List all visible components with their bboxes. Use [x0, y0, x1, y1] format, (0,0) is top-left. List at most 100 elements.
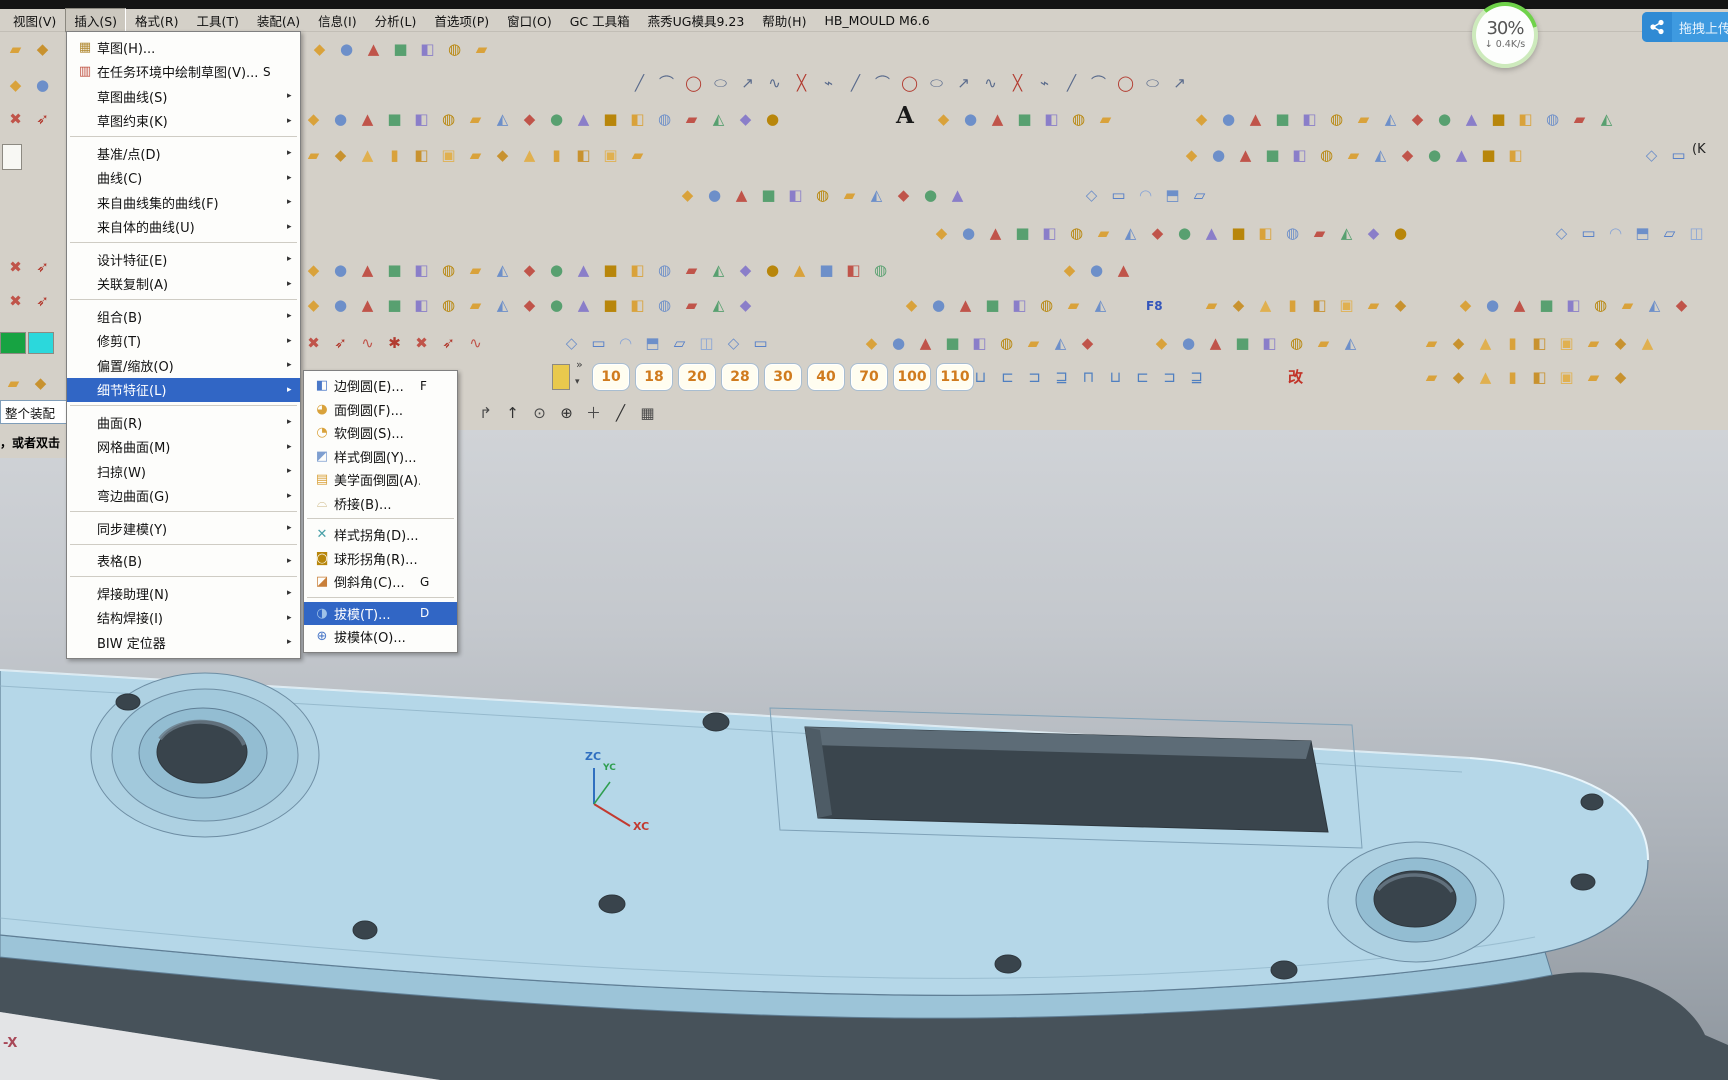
toolbar-icon[interactable]: ◆ [930, 104, 957, 134]
menu-item[interactable]: ◑拔模(T)...D [304, 602, 457, 626]
toolbar-icon[interactable]: ↑ [499, 398, 526, 428]
toolbar-icon[interactable]: ▰ [678, 104, 705, 134]
toolbar-icon[interactable]: ▲ [728, 180, 755, 210]
menu-item[interactable]: 偏置/缩放(O)▸ [67, 353, 300, 378]
toolbar-icon[interactable]: ◍ [867, 255, 894, 285]
menu-item[interactable]: 关联复制(A)▸ [67, 272, 300, 297]
toolbar-icon[interactable]: ↗ [950, 68, 977, 98]
toolbar-icon[interactable]: ▭ [747, 328, 774, 358]
toolbar-icon[interactable]: ■ [597, 255, 624, 285]
toolbar-icon[interactable]: ◧ [1252, 218, 1279, 248]
menu-item[interactable]: 结构焊接(I)▸ [67, 606, 300, 631]
menubar-item[interactable]: 插入(S) [65, 8, 126, 33]
toolbar-icon[interactable]: ◯ [896, 68, 923, 98]
toolbar-icon[interactable]: ▮ [1499, 362, 1526, 392]
toolbar-icon[interactable]: ◧ [414, 34, 441, 64]
toolbar-icon[interactable]: ■ [597, 290, 624, 320]
toolbar-icon[interactable]: ▰ [1090, 218, 1117, 248]
toolbar-icon[interactable]: ● [543, 255, 570, 285]
toolbar-icon[interactable]: ■ [1485, 104, 1512, 134]
toolbar-icon[interactable]: ▰ [462, 140, 489, 170]
toolbar-icon[interactable]: ◆ [1188, 104, 1215, 134]
toolbar-icon[interactable]: ◭ [1087, 290, 1114, 320]
toolbar-icon[interactable]: ◆ [1178, 140, 1205, 170]
toolbar-icon[interactable]: ◠ [1132, 180, 1159, 210]
toolbar-icon[interactable]: ● [327, 104, 354, 134]
toolbar-icon[interactable]: ◭ [489, 255, 516, 285]
toolbar-icon[interactable]: ◧ [408, 140, 435, 170]
toolbar-icon[interactable]: ▲ [1232, 140, 1259, 170]
toolbar-icon[interactable]: ▰ [1020, 328, 1047, 358]
menubar-item[interactable]: 燕秀UG模具9.23 [639, 8, 754, 33]
text-tool-icon[interactable]: A [896, 102, 914, 129]
toolbar-icon[interactable]: ● [701, 180, 728, 210]
toolbar-icon[interactable]: ◭ [489, 290, 516, 320]
menu-item[interactable]: 同步建模(Y)▸ [67, 516, 300, 541]
toolbar-icon[interactable]: ▲ [1242, 104, 1269, 134]
toolbar-icon[interactable]: ⬭ [707, 68, 734, 98]
menubar-item[interactable]: GC 工具箱 [561, 8, 639, 33]
toolbar-icon[interactable]: ✖ [2, 286, 29, 316]
toolbar-icon[interactable]: ◧ [1256, 328, 1283, 358]
menu-item[interactable]: 焊接助理(N)▸ [67, 581, 300, 606]
toolbar-icon[interactable]: ◆ [1394, 140, 1421, 170]
toolbar-icon[interactable]: ■ [381, 255, 408, 285]
preset-value-button[interactable]: 110 [936, 363, 974, 391]
toolbar-icon[interactable]: ▲ [786, 255, 813, 285]
menubar-item[interactable]: 装配(A) [248, 8, 309, 33]
toolbar-icon[interactable]: ▲ [360, 34, 387, 64]
toolbar-icon[interactable]: ▲ [944, 180, 971, 210]
toolbar-icon[interactable]: ◍ [993, 328, 1020, 358]
toolbar-icon[interactable]: ■ [1229, 328, 1256, 358]
toolbar-icon[interactable]: ▰ [1614, 290, 1641, 320]
toolbar-icon[interactable]: ● [543, 290, 570, 320]
menu-item[interactable]: 草图曲线(S)▸ [67, 84, 300, 109]
toolbar-icon[interactable]: ● [1215, 104, 1242, 134]
toolbar-icon[interactable]: ◆ [489, 140, 516, 170]
menu-item[interactable]: 设计特征(E)▸ [67, 247, 300, 272]
menubar-item[interactable]: HB_MOULD M6.6 [815, 10, 938, 31]
toolbar-icon[interactable]: ▰ [1350, 104, 1377, 134]
toolbar-icon[interactable]: ▰ [1092, 104, 1119, 134]
toolbar-icon[interactable]: ✖ [2, 104, 29, 134]
toolbar-icon[interactable]: ⬭ [1139, 68, 1166, 98]
toolbar-icon[interactable]: ● [759, 255, 786, 285]
toolbar-icon[interactable]: ◆ [306, 34, 333, 64]
preset-value-button[interactable]: 20 [678, 363, 716, 391]
toolbar-icon[interactable]: ◭ [489, 104, 516, 134]
toolbar-icon[interactable]: ▣ [1333, 290, 1360, 320]
toolbar-icon[interactable]: ◇ [1548, 218, 1575, 248]
menubar-item[interactable]: 视图(V) [4, 8, 65, 33]
toolbar-icon[interactable]: ◆ [327, 140, 354, 170]
toolbar-icon[interactable]: ↱ [472, 398, 499, 428]
toolbar-icon[interactable]: ◆ [1445, 362, 1472, 392]
toolbar-icon[interactable]: ■ [1011, 104, 1038, 134]
toolbar-icon[interactable]: ▱ [666, 328, 693, 358]
menu-item[interactable]: 扫掠(W)▸ [67, 459, 300, 484]
toolbar-icon[interactable]: ▲ [1506, 290, 1533, 320]
toolbar-icon[interactable]: ⌁ [1031, 68, 1058, 98]
toolbar-icon[interactable]: ◆ [732, 104, 759, 134]
toolbar-icon[interactable]: ▲ [952, 290, 979, 320]
toolbar-icon[interactable]: ◍ [1539, 104, 1566, 134]
toolbar-icon[interactable]: ▰ [1310, 328, 1337, 358]
toolbar-icon[interactable]: ◍ [651, 104, 678, 134]
menu-item[interactable]: ◔软倒圆(S)... [304, 421, 457, 445]
toolbar-icon[interactable]: ⊓ [1075, 362, 1102, 392]
toolbar-icon[interactable]: ▰ [678, 290, 705, 320]
preset-value-button[interactable]: 10 [592, 363, 630, 391]
toolbar-icon[interactable]: ◧ [1038, 104, 1065, 134]
toolbar-icon[interactable]: ◍ [651, 290, 678, 320]
toolbar-icon[interactable]: ● [1479, 290, 1506, 320]
toolbar-icon[interactable]: ◆ [674, 180, 701, 210]
menu-item[interactable]: 曲面(R)▸ [67, 410, 300, 435]
toolbar-icon[interactable]: ◭ [705, 290, 732, 320]
menu-item[interactable]: 来自体的曲线(U)▸ [67, 215, 300, 240]
toolbar-icon[interactable]: ◆ [898, 290, 925, 320]
toolbar-icon[interactable]: ➶ [29, 286, 56, 316]
menubar-item[interactable]: 窗口(O) [498, 8, 561, 33]
toolbar-icon[interactable]: ▲ [982, 218, 1009, 248]
toolbar-icon[interactable]: ◇ [1638, 140, 1665, 170]
toolbar-icon[interactable]: ▰ [678, 255, 705, 285]
toolbar-icon[interactable]: ⬭ [923, 68, 950, 98]
